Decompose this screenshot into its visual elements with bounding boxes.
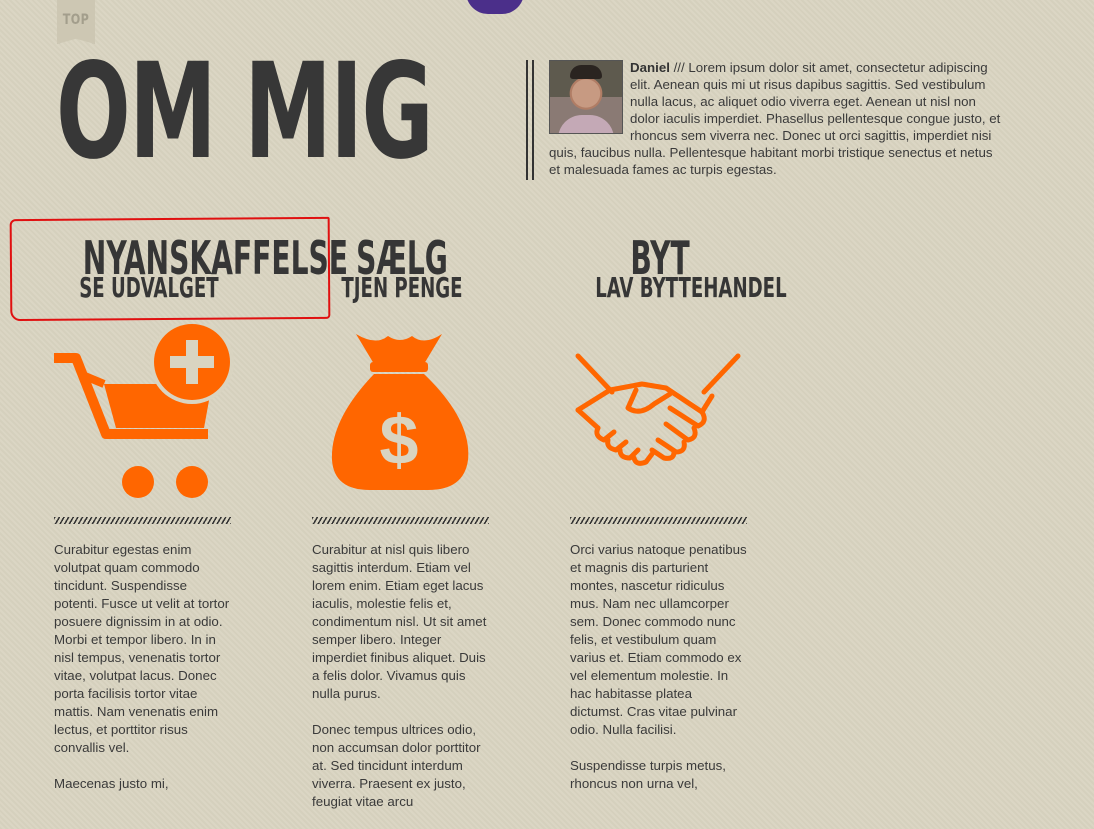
svg-text:$: $ [380,401,419,479]
column-paragraph: Curabitur egestas enim volutpat quam com… [54,542,230,755]
cart-plus-icon [54,320,234,504]
hatched-divider [312,517,489,524]
column-text: Orci varius natoque penatibus et magnis … [570,541,748,811]
bio-name: Daniel [630,60,670,75]
column-subtitle: TJEN PENGE [341,271,463,304]
page-title: OM MIG [56,35,434,189]
top-label: TOP [62,12,90,28]
hatched-divider [570,517,747,524]
column-paragraph: Orci varius natoque penatibus et magnis … [570,542,747,737]
annotation-highlight-box [9,216,331,322]
money-bag-icon: $ [312,324,492,504]
bio-separator: /// [669,60,689,75]
bio-text: Daniel /// Lorem ipsum dolor sit amet, c… [549,59,1005,178]
column-text: Curabitur egestas enim volutpat quam com… [54,541,232,811]
feature-column-sell: SÆLG TJEN PENGE $ Curabitur at nisl quis… [312,235,492,809]
column-subtitle: LAV BYTTEHANDEL [595,271,787,304]
purple-ribbon-decoration [466,0,524,14]
column-paragraph: Curabitur at nisl quis libero sagittis i… [312,542,487,701]
feature-column-trade: BYT LAV BYTTEHANDEL Orci varius natoque … [570,235,787,791]
column-paragraph: Suspendisse turpis metus, rhoncus non ur… [570,758,726,791]
column-text: Curabitur at nisl quis libero sagittis i… [312,541,490,829]
handshake-icon [570,324,750,504]
bio-divider [526,60,535,180]
column-paragraph: Donec tempus ultrices odio, non accumsan… [312,722,481,809]
hatched-divider [54,517,231,524]
bio-section: Daniel /// Lorem ipsum dolor sit amet, c… [526,60,1004,180]
column-paragraph: Maecenas justo mi, [54,776,169,791]
